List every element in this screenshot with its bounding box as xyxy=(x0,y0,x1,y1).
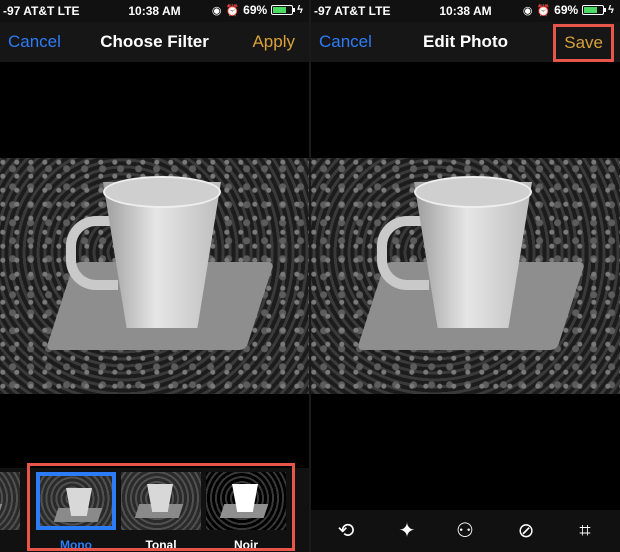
edit-photo-screen: -97 AT&T LTE 10:38 AM ◉ ⏰ 69% ϟ Cancel E… xyxy=(311,0,620,552)
photo-cup-handle xyxy=(377,216,429,290)
photo-preview xyxy=(0,158,309,394)
charging-icon: ϟ xyxy=(297,4,303,16)
red-eye-icon[interactable]: ⊘ xyxy=(513,518,539,544)
magic-wand-icon[interactable]: ✦ xyxy=(394,518,420,544)
battery-percent: 69% xyxy=(554,3,579,17)
choose-filter-screen: -97 AT&T LTE 10:38 AM ◉ ⏰ 69% ϟ Cancel C… xyxy=(0,0,309,552)
nav-bar: Cancel Edit Photo Save xyxy=(311,22,620,62)
battery-icon xyxy=(271,5,296,15)
photo-cup-rim xyxy=(103,176,221,208)
save-button[interactable]: Save xyxy=(553,24,614,62)
filters-icon[interactable]: ⚇ xyxy=(452,518,478,544)
filters-highlight-box xyxy=(27,463,295,551)
alarm-icon: ⏰ xyxy=(536,4,551,17)
filter-label-partial: e xyxy=(0,538,20,552)
rotate-icon[interactable]: ⟲ xyxy=(333,518,359,544)
edit-toolbar: ⟲ ✦ ⚇ ⊘ ⌗ xyxy=(311,510,620,552)
filter-thumb-partial[interactable] xyxy=(0,472,20,530)
location-icon: ◉ xyxy=(211,4,222,17)
nav-bar: Cancel Choose Filter Apply xyxy=(0,22,309,62)
photo-cup-rim xyxy=(414,176,532,208)
filter-strip: e Mono Tonal Noir xyxy=(0,463,309,552)
apply-button[interactable]: Apply xyxy=(252,32,295,52)
photo-cup-handle xyxy=(66,216,118,290)
alarm-icon: ⏰ xyxy=(225,4,240,17)
charging-icon: ϟ xyxy=(608,4,614,16)
location-icon: ◉ xyxy=(522,4,533,17)
status-bar: -97 AT&T LTE 10:38 AM ◉ ⏰ 69% ϟ xyxy=(0,0,309,22)
photo-preview xyxy=(311,158,620,394)
battery-percent: 69% xyxy=(243,3,268,17)
status-bar: -97 AT&T LTE 10:38 AM ◉ ⏰ 69% ϟ xyxy=(311,0,620,22)
crop-icon[interactable]: ⌗ xyxy=(572,518,598,544)
battery-icon xyxy=(582,5,607,15)
